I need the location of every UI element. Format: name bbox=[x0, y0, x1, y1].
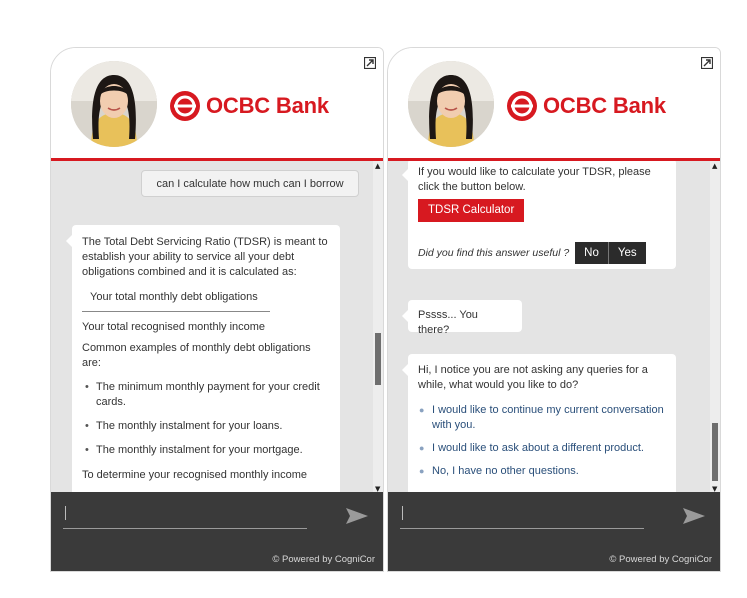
chat-footer: © Powered by CogniCor bbox=[51, 492, 383, 571]
option-label[interactable]: I would like to ask about a different pr… bbox=[432, 442, 644, 454]
examples-heading: Common examples of monthly debt obligati… bbox=[82, 342, 311, 369]
option-continue-conversation[interactable]: ● I would like to continue my current co… bbox=[418, 403, 666, 433]
fraction-denominator: Your total recognised monthly income bbox=[82, 321, 266, 333]
send-icon[interactable] bbox=[682, 506, 706, 526]
example-2: The monthly instalment for your loans. bbox=[96, 420, 283, 432]
idle-prompt-text: Hi, I notice you are not asking any quer… bbox=[418, 364, 648, 391]
user-message-bubble: can I calculate how much can I borrow bbox=[141, 170, 359, 197]
chat-transcript[interactable]: If you would like to calculate your TDSR… bbox=[388, 161, 720, 494]
send-icon[interactable] bbox=[345, 506, 369, 526]
brand-name: OCBC Bank bbox=[206, 93, 329, 118]
bullet-icon: • bbox=[85, 381, 89, 393]
bullet-icon: • bbox=[85, 420, 89, 432]
ocbc-logo-icon bbox=[507, 91, 537, 121]
chat-header: OCBC Bank bbox=[51, 48, 383, 161]
message-input[interactable] bbox=[63, 528, 307, 529]
feedback-no-button[interactable]: No bbox=[575, 242, 609, 264]
ocbc-logo: OCBC Bank bbox=[169, 90, 329, 122]
powered-by-text: © Powered by CogniCor bbox=[272, 554, 375, 565]
list-item: • The minimum monthly payment for your c… bbox=[82, 380, 330, 410]
powered-by-text: © Powered by CogniCor bbox=[609, 554, 712, 565]
text-cursor bbox=[65, 506, 66, 520]
expand-icon[interactable] bbox=[701, 57, 713, 69]
example-3: The monthly instalment for your mortgage… bbox=[96, 444, 303, 456]
expand-icon[interactable] bbox=[364, 57, 376, 69]
chat-widget-left: OCBC Bank can I calculate how much can I… bbox=[50, 47, 384, 572]
idle-message-bubble: Pssss... You there? bbox=[402, 300, 522, 336]
chat-footer: © Powered by CogniCor bbox=[388, 492, 720, 571]
scrollbar[interactable]: ▲ ▼ bbox=[710, 161, 720, 494]
feedback-question: Did you find this answer useful ? bbox=[418, 246, 570, 259]
bot-message-bubble: The Total Debt Servicing Ratio (TDSR) is… bbox=[66, 225, 340, 494]
scrollbar-thumb[interactable] bbox=[712, 423, 718, 481]
brand-name: OCBC Bank bbox=[543, 93, 666, 118]
tdsr-calculator-button[interactable]: TDSR Calculator bbox=[418, 199, 525, 222]
feedback-row: Did you find this answer useful ? No Yes bbox=[418, 242, 666, 264]
option-bullet-icon: ● bbox=[419, 443, 425, 453]
chat-header: OCBC Bank bbox=[388, 48, 720, 161]
ocbc-logo: OCBC Bank bbox=[506, 90, 666, 122]
avatar bbox=[408, 61, 494, 147]
options-message-bubble: Hi, I notice you are not asking any quer… bbox=[402, 354, 676, 494]
scrollbar-thumb[interactable] bbox=[375, 333, 381, 385]
option-bullet-icon: ● bbox=[419, 405, 425, 415]
scrollbar[interactable]: ▲ ▼ bbox=[373, 161, 383, 494]
idle-message-text: Pssss... You there? bbox=[418, 309, 478, 336]
message-input[interactable] bbox=[400, 528, 644, 529]
list-item: • The monthly instalment for your mortga… bbox=[82, 443, 330, 458]
chat-transcript[interactable]: can I calculate how much can I borrow Th… bbox=[51, 161, 383, 494]
fraction-numerator: Your total monthly debt obligations bbox=[82, 290, 270, 312]
option-label[interactable]: I would like to continue my current conv… bbox=[432, 404, 664, 431]
bot-message-bubble: If you would like to calculate your TDSR… bbox=[402, 161, 676, 269]
bullet-icon: • bbox=[85, 444, 89, 456]
tdsr-prompt-text: If you would like to calculate your TDSR… bbox=[418, 166, 651, 193]
text-cursor bbox=[402, 506, 403, 520]
option-no-questions[interactable]: ● No, I have no other questions. bbox=[418, 464, 666, 479]
option-label[interactable]: No, I have no other questions. bbox=[432, 465, 579, 477]
tdsr-intro-text: The Total Debt Servicing Ratio (TDSR) is… bbox=[82, 236, 328, 278]
ocbc-logo-icon bbox=[170, 91, 200, 121]
scroll-up-icon[interactable]: ▲ bbox=[375, 162, 380, 170]
chat-widget-right: OCBC Bank If you would like to calculate… bbox=[387, 47, 721, 572]
avatar bbox=[71, 61, 157, 147]
user-message-text: can I calculate how much can I borrow bbox=[156, 178, 344, 190]
scroll-up-icon[interactable]: ▲ bbox=[712, 162, 717, 170]
cutoff-text: To determine your recognised monthly inc… bbox=[82, 469, 308, 481]
option-bullet-icon: ● bbox=[419, 466, 425, 476]
example-1: The minimum monthly payment for your cre… bbox=[96, 381, 320, 408]
option-different-product[interactable]: ● I would like to ask about a different … bbox=[418, 441, 666, 456]
feedback-yes-button[interactable]: Yes bbox=[608, 242, 646, 264]
list-item: • The monthly instalment for your loans. bbox=[82, 419, 330, 434]
